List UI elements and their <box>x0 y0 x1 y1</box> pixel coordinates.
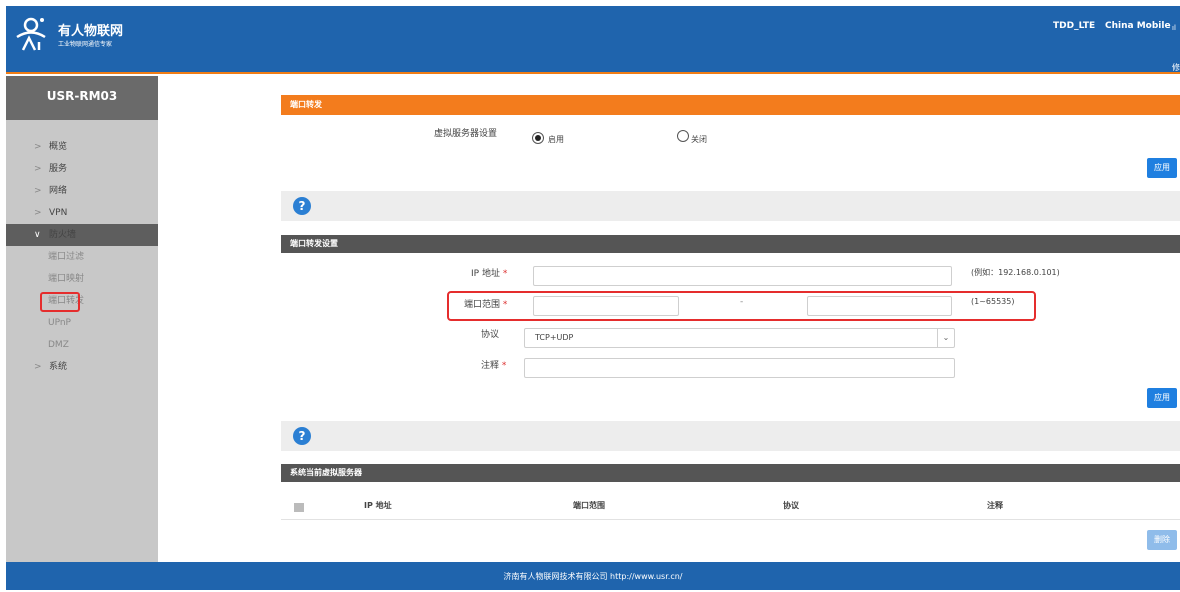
header-link[interactable]: 修 <box>1172 62 1180 73</box>
sidebar-item-services[interactable]: > 服务 <box>6 158 158 180</box>
sidebar-item-overview[interactable]: > 概览 <box>6 136 158 158</box>
sidebar-item-label: 网络 <box>49 186 68 196</box>
chevron-down-icon: ⌄ <box>937 329 954 347</box>
sidebar-subitem-dmz[interactable]: DMZ <box>6 334 158 356</box>
footer: 济南有人物联网技术有限公司 http://www.usr.cn/ <box>6 562 1180 590</box>
disable-radio[interactable] <box>677 130 689 142</box>
required-mark: * <box>502 269 508 279</box>
router-admin-page: 有人物联网 工业物联网通信专家 TDD_LTE China Mobile ıl … <box>6 0 1180 590</box>
sidebar-item-label: 系统 <box>49 362 68 372</box>
column-header-protocol: 协议 <box>783 501 799 510</box>
sidebar-item-label: 服务 <box>49 164 68 174</box>
sidebar-item-firewall[interactable]: ∨ 防火墙 <box>6 224 158 246</box>
apply-button-top[interactable]: 应用 <box>1147 158 1177 178</box>
sidebar-item-vpn[interactable]: > VPN <box>6 202 158 224</box>
network-type: TDD_LTE <box>1053 21 1096 31</box>
required-mark: * <box>501 361 507 371</box>
brand-subtitle: 工业物联网通信专家 <box>58 41 113 48</box>
select-all-checkbox[interactable] <box>294 503 304 512</box>
sidebar-item-system[interactable]: > 系统 <box>6 356 158 378</box>
sidebar-item-label: 概览 <box>49 142 68 152</box>
comment-label: 注释 * <box>481 358 506 371</box>
sidebar-subitem-port-filter[interactable]: 端口过滤 <box>6 246 158 268</box>
help-row-1: ? <box>281 191 1180 221</box>
column-header-port-range: 端口范围 <box>573 501 605 510</box>
highlight-box <box>40 292 80 312</box>
enable-radio[interactable] <box>532 132 544 144</box>
sidebar-nav: > 概览 > 服务 > 网络 > VPN ∨ 防火墙 端口过滤 端口映射 端口转… <box>6 136 158 378</box>
sidebar-item-label: VPN <box>49 208 68 218</box>
usr-logo-icon <box>16 17 46 51</box>
table-divider <box>281 519 1180 520</box>
chevron-right-icon: > <box>34 362 42 372</box>
sidebar-subitem-port-mapping[interactable]: 端口映射 <box>6 268 158 290</box>
help-icon[interactable]: ? <box>293 197 311 215</box>
ip-address-label: IP 地址 * <box>471 266 507 279</box>
enable-radio-label: 启用 <box>548 135 564 144</box>
device-name: USR-RM03 <box>6 76 158 120</box>
vserver-setting-label: 虚拟服务器设置 <box>434 129 498 139</box>
protocol-select[interactable]: TCP+UDP ⌄ <box>524 328 955 348</box>
section-title-port-forward: 端口转发 <box>281 95 1180 115</box>
section-title-port-forward-settings: 端口转发设置 <box>281 235 1180 253</box>
help-row-2: ? <box>281 421 1180 451</box>
disable-radio-label: 关闭 <box>691 135 707 144</box>
comment-label-text: 注释 <box>481 361 500 371</box>
sidebar: USR-RM03 > 概览 > 服务 > 网络 > VPN ∨ 防火墙 端口过滤… <box>6 76 158 562</box>
chevron-right-icon: > <box>34 142 42 152</box>
comment-input[interactable] <box>524 358 955 378</box>
chevron-down-icon: ∨ <box>34 230 41 240</box>
section-title-current-vservers: 系统当前虚拟服务器 <box>281 464 1180 482</box>
protocol-select-value: TCP+UDP <box>535 333 574 342</box>
signal-icon: ıl <box>1172 24 1176 32</box>
protocol-label: 协议 <box>481 330 500 340</box>
chevron-right-icon: > <box>34 164 42 174</box>
ip-address-label-text: IP 地址 <box>471 269 500 279</box>
ip-address-input[interactable] <box>533 266 952 286</box>
column-header-ip: IP 地址 <box>364 501 392 510</box>
delete-button[interactable]: 删除 <box>1147 530 1177 550</box>
carrier-name: China Mobile <box>1105 21 1171 31</box>
ip-address-hint: (例如：192.168.0.101) <box>971 268 1060 277</box>
column-header-comment: 注释 <box>987 501 1003 510</box>
sidebar-item-label: 防火墙 <box>49 230 77 240</box>
sidebar-item-network[interactable]: > 网络 <box>6 180 158 202</box>
top-header: 有人物联网 工业物联网通信专家 TDD_LTE China Mobile ıl … <box>6 6 1180 74</box>
brand-title: 有人物联网 <box>58 24 124 39</box>
chevron-right-icon: > <box>34 208 42 218</box>
chevron-right-icon: > <box>34 186 42 196</box>
sidebar-subitem-upnp[interactable]: UPnP <box>6 312 158 334</box>
highlight-box <box>447 291 1036 321</box>
apply-button-settings[interactable]: 应用 <box>1147 388 1177 408</box>
sidebar-subitem-port-forward-wrap: 端口转发 <box>6 290 158 312</box>
help-icon[interactable]: ? <box>293 427 311 445</box>
